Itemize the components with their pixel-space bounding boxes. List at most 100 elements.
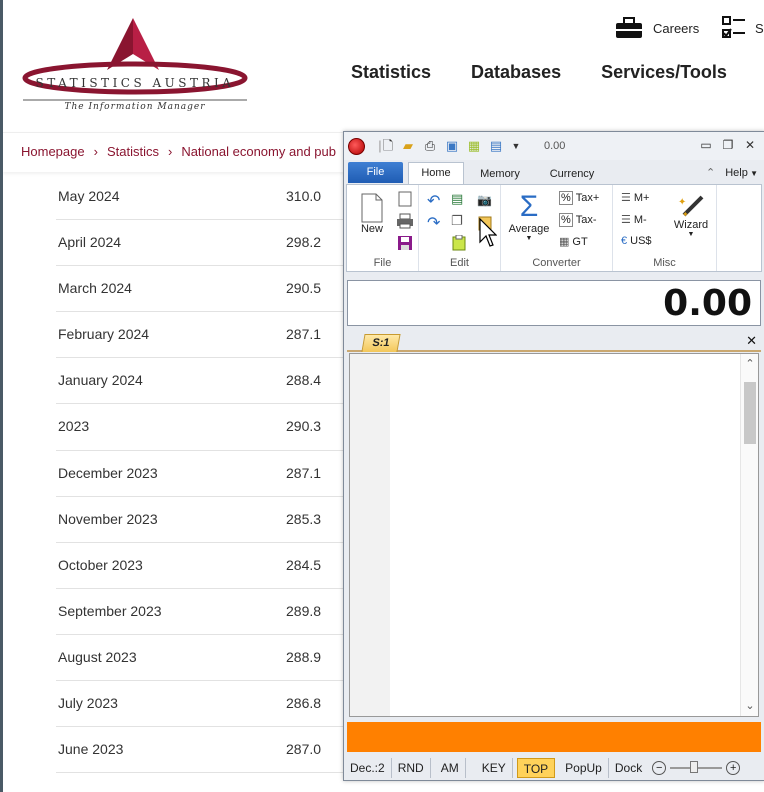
zoom-slider[interactable] xyxy=(670,761,723,773)
new-document-icon[interactable]: 🗋 xyxy=(380,138,396,154)
tape-scrollbar[interactable]: ⌃ ⌄ xyxy=(740,354,758,716)
undo-icon[interactable]: ↶ xyxy=(427,191,440,211)
open-folder-icon[interactable]: ▰ xyxy=(400,138,416,154)
memory-minus-button[interactable]: ☰ M- xyxy=(621,213,647,227)
copy-icon[interactable]: ❐ xyxy=(451,213,463,229)
magic-wand-icon: ✦✦ xyxy=(678,195,704,219)
app-icon[interactable] xyxy=(348,138,365,155)
row-value: 287.1 xyxy=(286,464,322,481)
restore-icon[interactable]: ❐ xyxy=(720,138,736,152)
close-icon[interactable]: ✕ xyxy=(746,333,757,349)
currency-icon: € xyxy=(621,235,628,247)
calculator-window: | 🗋 ▰ ⎙ ▣ ▦ ▤ ▼ 0.00 ▭ ❐ ✕ File Home Mem… xyxy=(343,131,764,781)
zoom-control: − + xyxy=(648,761,741,775)
table-row: September 2023 289.8 xyxy=(56,589,346,635)
status-decimals[interactable]: Dec.:2 xyxy=(344,758,392,778)
chevron-down-icon[interactable]: ▼ xyxy=(508,138,524,154)
zoom-knob[interactable] xyxy=(690,761,699,773)
checklist-link[interactable]: S xyxy=(721,14,764,42)
status-dock[interactable]: Dock xyxy=(609,758,648,778)
breadcrumb-home[interactable]: Homepage xyxy=(21,144,85,159)
camera-icon[interactable]: 📷 xyxy=(477,193,492,207)
grand-total-button[interactable]: ▦ GT xyxy=(559,235,588,249)
table-row: March 2024 290.5 xyxy=(56,266,346,313)
row-label: March 2024 xyxy=(58,280,132,297)
site-header: STATISTICS AUSTRIA The Information Manag… xyxy=(3,0,764,132)
table-row: July 2023 286.8 xyxy=(56,681,346,728)
window-icon[interactable]: ▣ xyxy=(444,138,460,154)
grid-icon: ▦ xyxy=(559,236,570,248)
scroll-thumb[interactable] xyxy=(744,382,756,444)
zoom-in-icon[interactable]: + xyxy=(726,761,741,775)
nav-statistics[interactable]: Statistics xyxy=(351,62,431,83)
memory-plus-button[interactable]: ☰ M+ xyxy=(621,191,649,205)
row-value: 285.3 xyxy=(286,510,322,527)
row-value: 288.9 xyxy=(286,648,322,665)
us-dollar-button[interactable]: € US$ xyxy=(621,235,652,247)
row-label: November 2023 xyxy=(58,510,158,527)
status-round[interactable]: RND xyxy=(392,758,431,778)
chevron-up-icon[interactable]: ⌃ xyxy=(741,356,759,372)
table-row: November 2023 285.3 xyxy=(56,497,346,543)
status-am[interactable]: AM xyxy=(435,758,466,778)
tape-area[interactable]: ⌃ ⌄ xyxy=(349,353,759,717)
tape-gutter xyxy=(350,354,390,716)
site-logo[interactable]: STATISTICS AUSTRIA The Information Manag… xyxy=(21,14,249,118)
nav-services-tools[interactable]: Services/Tools xyxy=(601,62,727,83)
nav-databases[interactable]: Databases xyxy=(471,62,561,83)
status-bar: Dec.:2 RND AM KEY TOP PopUp Dock − + xyxy=(344,756,764,780)
calculator-display: 0.00 xyxy=(347,280,761,326)
new-label: New xyxy=(360,223,383,235)
wizard-button[interactable]: ✦ ✦ Wizard ▼ xyxy=(671,193,711,239)
print-icon[interactable] xyxy=(396,213,414,229)
tax-icon: % xyxy=(559,191,573,205)
row-label: January 2024 xyxy=(58,372,143,389)
logo-tagline: The Information Manager xyxy=(64,102,206,112)
breadcrumb-statistics[interactable]: Statistics xyxy=(107,144,159,159)
tab-currency[interactable]: Currency xyxy=(542,164,602,184)
grid-icon[interactable]: ▤ xyxy=(488,138,504,154)
chevron-down-icon: ▼ xyxy=(525,235,533,242)
document-icon[interactable] xyxy=(397,191,413,207)
paste-icon[interactable] xyxy=(451,235,467,251)
help-menu[interactable]: ⌃ Help ▼ xyxy=(706,166,758,179)
status-key[interactable]: KEY xyxy=(476,758,513,778)
save-icon[interactable] xyxy=(397,235,413,251)
sigma-icon: Σ xyxy=(519,190,539,223)
ribbon: New File ↶ ↷ ▤ ❐ 📷 Edit Σ Average ▼ % Ta… xyxy=(346,184,762,272)
status-top[interactable]: TOP xyxy=(516,758,556,778)
new-document-icon xyxy=(361,193,383,223)
table-row: May 2024 310.0 xyxy=(56,174,346,221)
memory-minus-icon: ☰ xyxy=(621,214,631,226)
breadcrumb-national-economy[interactable]: National economy and pub xyxy=(181,144,336,159)
table-row: April 2024 298.2 xyxy=(56,220,346,267)
careers-link[interactable]: Careers xyxy=(615,14,699,42)
tab-home[interactable]: Home xyxy=(408,162,464,184)
tab-memory[interactable]: Memory xyxy=(472,164,528,184)
excel-export-icon[interactable]: ▤ xyxy=(451,191,463,207)
print-icon[interactable]: ⎙ xyxy=(422,138,438,154)
tax-plus-button[interactable]: % Tax+ xyxy=(559,191,599,205)
us-dollar-label: US$ xyxy=(630,235,652,247)
breadcrumb-separator: › xyxy=(93,144,98,159)
table-row: August 2023 288.9 xyxy=(56,635,346,682)
input-bar[interactable] xyxy=(347,722,761,752)
tax-minus-button[interactable]: % Tax- xyxy=(559,213,597,227)
chevron-down-icon[interactable]: ⌄ xyxy=(741,698,759,714)
average-button[interactable]: Σ Average ▼ xyxy=(505,191,553,243)
redo-icon[interactable]: ↷ xyxy=(427,213,440,233)
group-converter: Σ Average ▼ % Tax+ % Tax- ▦ GT Converter xyxy=(501,185,613,271)
zoom-out-icon[interactable]: − xyxy=(652,761,667,775)
ribbon-tabs: File Home Memory Currency ⌃ Help ▼ xyxy=(344,160,764,184)
close-icon[interactable]: ✕ xyxy=(742,138,758,152)
new-button[interactable]: New xyxy=(355,193,389,235)
group-edit-label: Edit xyxy=(450,257,469,269)
tape-tab-s1[interactable]: S:1 xyxy=(361,334,401,352)
status-popup[interactable]: PopUp xyxy=(559,758,609,778)
minimize-icon[interactable]: ▭ xyxy=(698,138,714,152)
row-value: 288.4 xyxy=(286,372,322,389)
tab-file[interactable]: File xyxy=(348,162,403,183)
row-value: 287.0 xyxy=(286,741,322,758)
chevron-down-icon: ▼ xyxy=(687,231,695,238)
copy-icon[interactable]: ▦ xyxy=(466,138,482,154)
